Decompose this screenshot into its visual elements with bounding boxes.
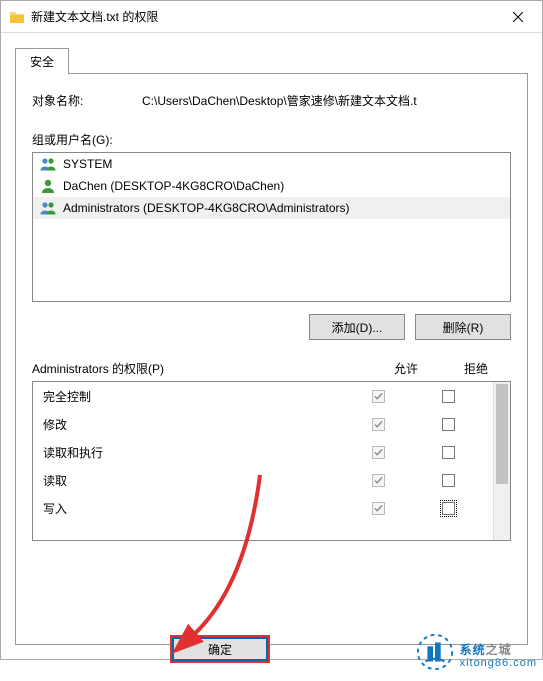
list-item-label: DaChen (DESKTOP-4KG8CRO\DaChen) bbox=[63, 179, 284, 193]
users-icon bbox=[39, 155, 57, 173]
users-button-row: 添加(D)... 删除(R) bbox=[32, 314, 511, 340]
close-button[interactable] bbox=[498, 3, 538, 31]
permission-name: 写入 bbox=[43, 500, 343, 517]
tab-strip: 安全 对象名称: C:\Users\DaChen\Desktop\管家速修\新建… bbox=[15, 47, 528, 645]
permission-name: 修改 bbox=[43, 416, 343, 433]
list-item[interactable]: Administrators (DESKTOP-4KG8CRO\Administ… bbox=[33, 197, 510, 219]
close-icon bbox=[513, 12, 523, 22]
allow-checkbox[interactable] bbox=[372, 474, 385, 487]
scrollbar[interactable] bbox=[493, 382, 510, 540]
deny-checkbox[interactable] bbox=[442, 446, 455, 459]
col-allow: 允许 bbox=[371, 360, 441, 377]
object-path: C:\Users\DaChen\Desktop\管家速修\新建文本文档.t bbox=[142, 92, 511, 109]
watermark-icon bbox=[416, 633, 454, 671]
tab-security[interactable]: 安全 bbox=[15, 48, 69, 74]
list-item-label: Administrators (DESKTOP-4KG8CRO\Administ… bbox=[63, 201, 350, 215]
ok-button-label: 确定 bbox=[208, 641, 232, 658]
add-button[interactable]: 添加(D)... bbox=[309, 314, 405, 340]
dialog-buttons: 确定 bbox=[170, 635, 270, 663]
permission-row: 完全控制 bbox=[33, 382, 493, 410]
permission-name: 读取和执行 bbox=[43, 444, 343, 461]
deny-checkbox[interactable] bbox=[442, 502, 455, 515]
watermark-cn2: 之城 bbox=[486, 643, 512, 657]
watermark-en: xitong86.com bbox=[460, 658, 537, 669]
folder-icon bbox=[9, 9, 25, 25]
permission-name: 完全控制 bbox=[43, 388, 343, 405]
allow-checkbox[interactable] bbox=[372, 390, 385, 403]
scroll-thumb[interactable] bbox=[496, 384, 508, 484]
permissions-label: Administrators 的权限(P) bbox=[32, 360, 371, 377]
deny-checkbox[interactable] bbox=[442, 390, 455, 403]
permissions-box: 完全控制修改读取和执行读取写入 bbox=[32, 381, 511, 541]
tab-panel: 对象名称: C:\Users\DaChen\Desktop\管家速修\新建文本文… bbox=[15, 73, 528, 645]
remove-button[interactable]: 删除(R) bbox=[415, 314, 511, 340]
object-label: 对象名称: bbox=[32, 92, 142, 109]
watermark-cn1: 系统 bbox=[460, 643, 486, 657]
deny-checkbox[interactable] bbox=[442, 418, 455, 431]
remove-button-label: 删除(R) bbox=[443, 319, 484, 336]
titlebar: 新建文本文档.txt 的权限 bbox=[1, 1, 542, 33]
permissions-header: Administrators 的权限(P) 允许 拒绝 bbox=[32, 360, 511, 377]
tab-label: 安全 bbox=[30, 55, 54, 69]
users-listbox[interactable]: SYSTEM DaChen (DESKTOP-4KG8CRO\DaChen) Adm… bbox=[32, 152, 511, 302]
list-item-label: SYSTEM bbox=[63, 157, 112, 171]
deny-checkbox[interactable] bbox=[442, 474, 455, 487]
window-title: 新建文本文档.txt 的权限 bbox=[31, 8, 498, 25]
list-item[interactable]: SYSTEM bbox=[33, 153, 510, 175]
permission-row: 读取和执行 bbox=[33, 438, 493, 466]
groups-label: 组或用户名(G): bbox=[32, 131, 511, 148]
user-icon bbox=[39, 177, 57, 195]
allow-checkbox[interactable] bbox=[372, 502, 385, 515]
watermark: 系统之城 xitong86.com bbox=[416, 633, 537, 671]
object-row: 对象名称: C:\Users\DaChen\Desktop\管家速修\新建文本文… bbox=[32, 92, 511, 109]
watermark-text: 系统之城 xitong86.com bbox=[460, 636, 537, 669]
col-deny: 拒绝 bbox=[441, 360, 511, 377]
allow-checkbox[interactable] bbox=[372, 418, 385, 431]
permissions-dialog: 新建文本文档.txt 的权限 安全 对象名称: C:\Users\DaChen\… bbox=[0, 0, 543, 660]
list-item[interactable]: DaChen (DESKTOP-4KG8CRO\DaChen) bbox=[33, 175, 510, 197]
permission-row: 读取 bbox=[33, 466, 493, 494]
add-button-label: 添加(D)... bbox=[332, 319, 383, 336]
permission-row: 写入 bbox=[33, 494, 493, 522]
users-icon bbox=[39, 199, 57, 217]
ok-button[interactable]: 确定 bbox=[170, 635, 270, 663]
permission-name: 读取 bbox=[43, 472, 343, 489]
permissions-list: 完全控制修改读取和执行读取写入 bbox=[33, 382, 493, 540]
permission-row: 修改 bbox=[33, 410, 493, 438]
allow-checkbox[interactable] bbox=[372, 446, 385, 459]
content-area: 安全 对象名称: C:\Users\DaChen\Desktop\管家速修\新建… bbox=[1, 33, 542, 659]
